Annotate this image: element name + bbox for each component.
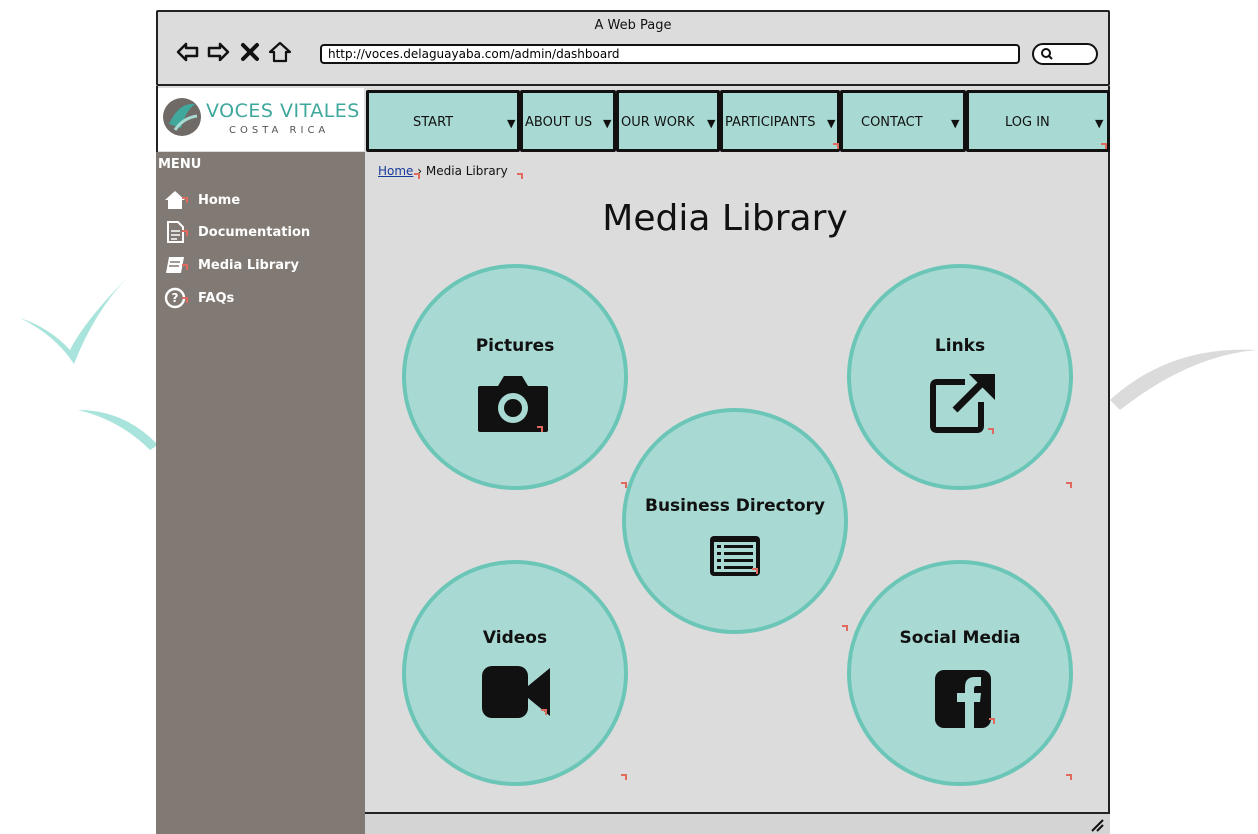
logo-brand-text: VOCES VITALES xyxy=(206,100,360,122)
browser-window-chrome: A Web Page http://voces.delaguayaba.com/… xyxy=(156,10,1110,86)
tile-label: Videos xyxy=(482,628,548,648)
tile-business-directory[interactable]: Business Directory xyxy=(622,408,848,634)
breadcrumb-current: Media Library xyxy=(425,164,508,178)
leaf-logo-icon xyxy=(163,98,201,136)
tile-videos[interactable]: Videos xyxy=(402,560,628,786)
site-logo[interactable]: VOCES VITALES COSTA RICA xyxy=(158,88,364,151)
nav-contact[interactable]: CONTACT ▼ xyxy=(840,90,966,152)
nav-log-in[interactable]: LOG IN ▼ xyxy=(966,90,1110,152)
nav-login-label: LOG IN xyxy=(1005,115,1050,130)
breadcrumb-home-link[interactable]: Home xyxy=(378,164,413,178)
link-marker-icon xyxy=(412,173,420,181)
tile-label: Social Media xyxy=(899,628,1021,648)
nav-contact-label: CONTACT xyxy=(861,115,923,130)
sidebar-item-label: FAQs xyxy=(198,290,235,306)
decorative-checkmark xyxy=(20,275,158,450)
browser-search-box[interactable] xyxy=(1032,43,1098,65)
nav-participants-label: PARTICIPANTS xyxy=(725,115,816,130)
link-marker-icon xyxy=(180,297,188,305)
search-icon xyxy=(1041,48,1053,60)
breadcrumb: Home › Media Library xyxy=(378,164,508,178)
chevron-down-icon[interactable]: ▼ xyxy=(827,117,835,130)
link-marker-icon xyxy=(1064,482,1072,490)
tile-label: Pictures xyxy=(475,336,555,356)
sidebar-item-label: Home xyxy=(198,192,241,208)
decorative-swoosh xyxy=(1110,349,1258,410)
chevron-down-icon[interactable]: ▼ xyxy=(951,117,959,130)
forward-arrow-icon[interactable] xyxy=(206,40,230,64)
chevron-down-icon[interactable]: ▼ xyxy=(707,117,715,130)
link-marker-icon xyxy=(750,568,758,576)
link-marker-icon xyxy=(180,197,188,205)
sidebar-item-label: Documentation xyxy=(198,224,311,240)
footer-bar xyxy=(365,812,1110,834)
tile-social-media[interactable]: Social Media xyxy=(847,560,1073,786)
page-title: Media Library xyxy=(602,198,848,239)
sidebar-item-home[interactable]: Home xyxy=(164,188,240,212)
tile-links[interactable]: Links xyxy=(847,264,1073,490)
link-marker-icon xyxy=(539,709,547,717)
link-marker-icon xyxy=(986,428,994,436)
link-marker-icon xyxy=(831,143,839,151)
chevron-down-icon[interactable]: ▼ xyxy=(603,117,611,130)
nav-work-label: OUR WORK xyxy=(621,115,695,130)
stop-x-icon[interactable] xyxy=(238,40,262,64)
link-marker-icon xyxy=(180,264,188,272)
chevron-down-icon[interactable]: ▼ xyxy=(1095,117,1103,130)
nav-our-work[interactable]: OUR WORK ▼ xyxy=(616,90,720,152)
link-marker-icon xyxy=(619,774,627,782)
link-marker-icon xyxy=(840,625,848,633)
resize-grip-icon[interactable] xyxy=(1090,818,1104,832)
chevron-down-icon[interactable]: ▼ xyxy=(507,117,515,130)
link-marker-icon xyxy=(535,426,543,434)
sidebar-item-label: Media Library xyxy=(198,257,299,273)
nav-start[interactable]: START ▼ xyxy=(366,90,520,152)
link-marker-icon xyxy=(619,482,627,490)
back-arrow-icon[interactable] xyxy=(176,40,200,64)
facebook-icon xyxy=(935,670,991,728)
external-link-icon xyxy=(930,374,995,433)
sidebar-heading: MENU xyxy=(158,157,202,172)
tile-label: Business Directory xyxy=(645,496,825,516)
link-marker-icon xyxy=(515,173,523,181)
tile-pictures[interactable]: Pictures xyxy=(402,264,628,490)
nav-about-us[interactable]: ABOUT US ▼ xyxy=(520,90,616,152)
home-nav-icon[interactable] xyxy=(268,40,292,64)
logo-subtitle: COSTA RICA xyxy=(229,125,330,136)
link-marker-icon xyxy=(180,230,188,238)
nav-participants[interactable]: PARTICIPANTS ▼ xyxy=(720,90,840,152)
link-marker-icon xyxy=(1099,143,1107,151)
window-title: A Web Page xyxy=(594,18,672,33)
tile-label: Links xyxy=(934,336,986,356)
sidebar-item-faqs[interactable]: ? FAQs xyxy=(164,286,234,310)
nav-start-label: START xyxy=(413,115,454,130)
sidebar: MENU Home Documentation Media Library ? … xyxy=(156,152,365,834)
link-marker-icon xyxy=(987,718,995,726)
address-bar[interactable]: http://voces.delaguayaba.com/admin/dashb… xyxy=(320,44,1020,64)
link-marker-icon xyxy=(1064,774,1072,782)
nav-about-label: ABOUT US xyxy=(525,115,593,130)
